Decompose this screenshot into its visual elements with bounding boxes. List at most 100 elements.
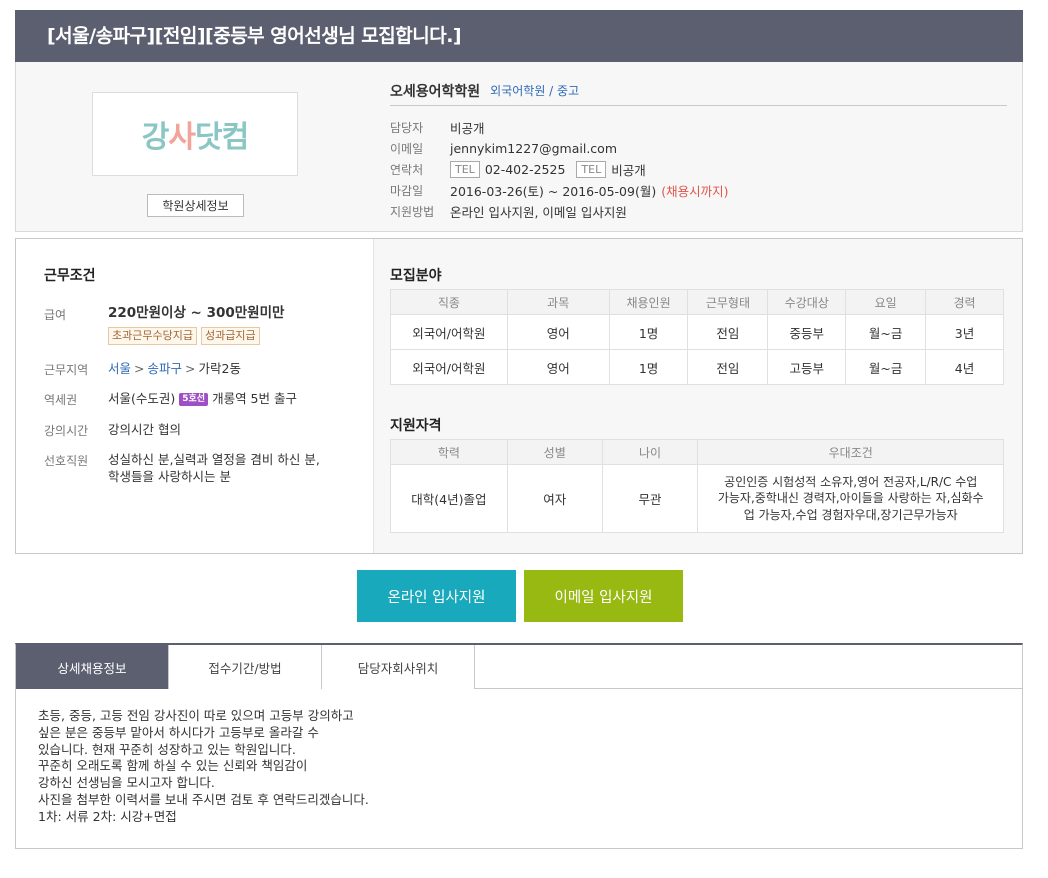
method-label: 지원방법 <box>390 205 435 219</box>
manager-row: 담당자 비공개 <box>390 117 1007 138</box>
recruit-col-header: 과목 <box>506 289 610 315</box>
deadline-value: 2016-03-26(토) ~ 2016-05-09(월) <box>450 184 657 199</box>
recruit-col-header: 직종 <box>390 289 508 315</box>
table-cell: 월~금 <box>845 349 927 385</box>
company-header: 오세용어학학원 외국어학원 / 중고 <box>390 76 1007 106</box>
table-cell: 전임 <box>687 349 769 385</box>
preference-cond-line: 업 가능자,수업 경험자우대,장기근무가능자 <box>743 507 958 522</box>
description-body: 초등, 중등, 고등 전임 강사진이 따로 있으며 고등부 강의하고 싶은 분은… <box>16 689 1022 845</box>
table-cell: 전임 <box>687 314 769 350</box>
area-city-link[interactable]: 서울 <box>108 361 131 376</box>
table-cell: 중등부 <box>767 314 847 350</box>
salary-label: 급여 <box>44 308 67 322</box>
lecture-row: 강의시간 강의시간 협의 <box>44 421 181 439</box>
detail-tabs-panel: 상세채용정보 접수기간/방법 담당자회사위치 초등, 중등, 고등 전임 강사진… <box>15 643 1023 849</box>
apply-buttons: 온라인 입사지원 이메일 입사지원 <box>357 570 683 622</box>
email-apply-button[interactable]: 이메일 입사지원 <box>524 570 683 622</box>
qualification-col-header: 학력 <box>390 439 508 465</box>
table-cell: 1명 <box>608 314 689 350</box>
company-logo: 강사닷컴 <box>92 92 298 176</box>
tel-tag-2: TEL <box>576 161 607 178</box>
description-line: 싶은 분은 중등부 맡아서 하시다가 고등부로 올라갈 수 <box>38 724 319 740</box>
chevron-right-icon: > <box>185 361 196 376</box>
conditions-panel: 근무조건 급여 220만원이상 ~ 300만원미만 초과근무수당지급 성과급지급… <box>15 238 1023 554</box>
job-title: [서울/송파구][전임][중등부 영어선생님 모집합니다.] <box>47 25 462 47</box>
preference-label: 선호직원 <box>44 454 89 468</box>
preference-cond-line: 공인인증 시험성적 소유자,영어 전공자,L/R/C 수업 <box>724 474 978 489</box>
tab-detail-info[interactable]: 상세채용정보 <box>16 645 169 689</box>
salary-tag-overtime: 초과근무수당지급 <box>108 327 197 345</box>
qualification-col-header: 성별 <box>506 439 603 465</box>
description-line: 초등, 중등, 고등 전임 강사진이 따로 있으며 고등부 강의하고 <box>38 708 354 723</box>
academy-detail-button[interactable]: 학원상세정보 <box>147 194 244 217</box>
work-conditions-title: 근무조건 <box>44 268 96 284</box>
table-cell: 외국어/어학원 <box>390 314 508 350</box>
qualification-col-header: 나이 <box>601 439 699 465</box>
job-title-bar: [서울/송파구][전임][중등부 영어선생님 모집합니다.] <box>15 10 1023 62</box>
table-cell: 1명 <box>608 349 689 385</box>
email-row: 이메일 jennykim1227@gmail.com <box>390 138 1007 159</box>
email-label: 이메일 <box>390 142 424 156</box>
preference-line-1: 성실하신 분,실력과 열정을 겸비 하신 분, <box>108 452 320 467</box>
area-label: 근무지역 <box>44 363 89 377</box>
table-cell: 3년 <box>925 314 1004 350</box>
description-line: 있습니다. 현재 꾸준히 성장하고 있는 학원입니다. <box>38 741 296 757</box>
description-line: 꾸준히 오래도록 함께 하실 수 있는 신뢰와 책임감이 <box>38 758 308 774</box>
company-details: 오세용어학학원 외국어학원 / 중고 담당자 비공개 이메일 jennykim1… <box>390 76 1007 222</box>
qualification-col-header: 우대조건 <box>697 439 1004 465</box>
area-district-link[interactable]: 송파구 <box>148 361 183 376</box>
recruit-col-header: 수강대상 <box>767 289 847 315</box>
station-row: 역세권 서울(수도권) 5호선 개롱역 5번 출구 <box>44 390 297 408</box>
table-cell: 외국어/어학원 <box>390 349 508 385</box>
table-row: 대학(4년)졸업 여자 무관 공인인증 시험성적 소유자,영어 전공자,L/R/… <box>390 464 1004 533</box>
recruit-col-header: 요일 <box>845 289 927 315</box>
preference-cond-line: 가능자,중학내신 경력자,아이들을 사랑하는 자,심화수 <box>717 491 984 506</box>
table-cell: 영어 <box>506 314 610 350</box>
preference-row: 선호직원 성실하신 분,실력과 열정을 겸비 하신 분, 학생들을 사랑하시는 … <box>44 451 320 485</box>
table-cell: 월~금 <box>845 314 927 350</box>
recruit-table: 직종 과목 채용인원 근무형태 수강대상 요일 경력 외국어/어학원 영어 1명… <box>390 289 1004 385</box>
description-line: 1차: 서류 2차: 시강+면접 <box>38 808 177 824</box>
deadline-note: (채용시까지) <box>661 184 729 199</box>
phone-value: 02-402-2525 <box>484 162 566 177</box>
qualification-table: 학력 성별 나이 우대조건 대학(4년)졸업 여자 무관 공인인증 시험성적 소… <box>390 439 1004 533</box>
table-cell: 여자 <box>506 464 603 533</box>
manager-value: 비공개 <box>450 121 485 136</box>
recruit-panel: 모집분야 직종 과목 채용인원 근무형태 수강대상 요일 경력 외국어/어학원 <box>374 239 1022 553</box>
method-value: 온라인 입사지원, 이메일 입사지원 <box>450 205 627 220</box>
tab-bar: 상세채용정보 접수기간/방법 담당자회사위치 <box>16 645 1022 689</box>
lecture-label: 강의시간 <box>44 424 89 438</box>
deadline-label: 마감일 <box>390 184 424 198</box>
deadline-row: 마감일 2016-03-26(토) ~ 2016-05-09(월) (채용시까지… <box>390 180 1007 201</box>
qualification-header-row: 학력 성별 나이 우대조건 <box>390 439 1004 465</box>
company-category-link[interactable]: 외국어학원 / 중고 <box>490 82 579 99</box>
description-line: 강하신 선생님을 모시고자 합니다. <box>38 775 215 791</box>
subway-line-badge: 5호선 <box>179 393 209 406</box>
table-cell: 4년 <box>925 349 1004 385</box>
logo-wordmark: 강사닷컴 <box>141 120 249 155</box>
qualification-title: 지원자격 <box>390 418 442 434</box>
manager-label: 담당자 <box>390 121 424 135</box>
recruit-col-header: 채용인원 <box>608 289 689 315</box>
email-value: jennykim1227@gmail.com <box>450 141 617 156</box>
table-cell: 고등부 <box>767 349 847 385</box>
recruit-col-header: 경력 <box>925 289 1004 315</box>
table-row: 외국어/어학원 영어 1명 전임 중등부 월~금 3년 <box>390 314 1004 350</box>
work-conditions: 근무조건 급여 220만원이상 ~ 300만원미만 초과근무수당지급 성과급지급… <box>16 239 374 553</box>
tel-tag: TEL <box>450 161 480 178</box>
company-name: 오세용어학학원 <box>390 83 481 100</box>
table-cell: 무관 <box>601 464 699 533</box>
area-dong: 가락2동 <box>198 361 241 376</box>
chevron-right-icon: > <box>134 361 145 376</box>
station-region: 서울(수도권) <box>108 391 176 406</box>
tab-manager-location[interactable]: 담당자회사위치 <box>322 645 475 689</box>
station-label: 역세권 <box>44 393 78 407</box>
tab-application-period[interactable]: 접수기간/방법 <box>169 645 322 689</box>
recruit-header-row: 직종 과목 채용인원 근무형태 수강대상 요일 경력 <box>390 289 1004 315</box>
table-row: 외국어/어학원 영어 1명 전임 고등부 월~금 4년 <box>390 349 1004 385</box>
contact-label: 연락처 <box>390 163 424 177</box>
recruit-title: 모집분야 <box>390 268 442 284</box>
online-apply-button[interactable]: 온라인 입사지원 <box>357 570 516 622</box>
area-row: 근무지역 서울 > 송파구 > 가락2동 <box>44 360 241 378</box>
lecture-value: 강의시간 협의 <box>108 422 181 437</box>
